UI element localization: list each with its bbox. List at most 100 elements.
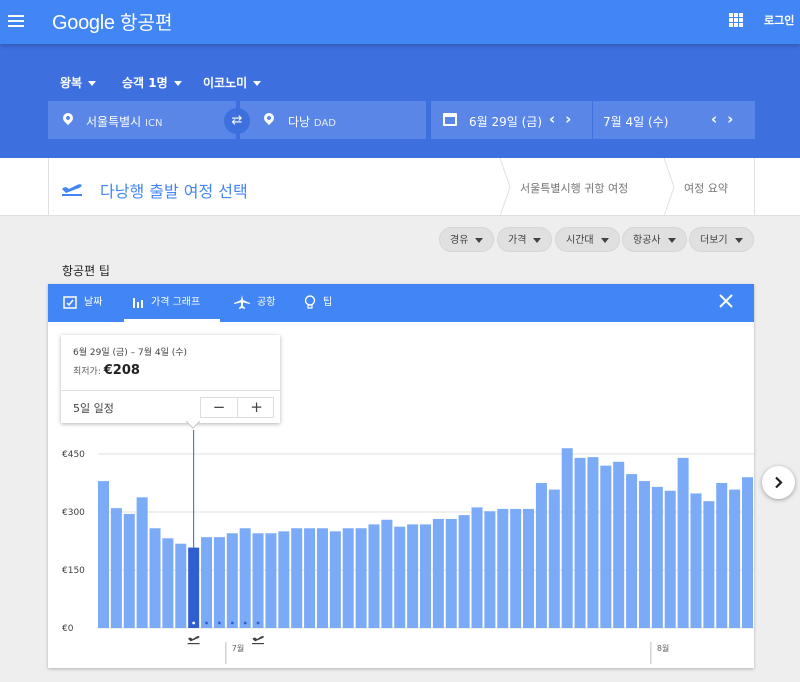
price-bar[interactable]: [587, 457, 599, 628]
price-bar[interactable]: [123, 513, 135, 628]
cabin-select[interactable]: 이코노미: [203, 74, 262, 91]
brand-logo[interactable]: Google 항공편: [52, 8, 172, 35]
login-button[interactable]: 로그인: [764, 12, 794, 28]
price-bar[interactable]: [471, 507, 483, 628]
price-bar[interactable]: [136, 497, 148, 628]
top-app-bar: Google 항공편 로그인: [0, 0, 800, 44]
price-bar[interactable]: [98, 481, 109, 628]
price-bar[interactable]: [561, 448, 573, 628]
decrease-button[interactable]: −: [201, 398, 238, 417]
price-bar[interactable]: [226, 533, 238, 628]
swap-icon[interactable]: ⇄: [224, 108, 250, 134]
return-marker-icon: [252, 636, 265, 645]
chevron-down-icon: [734, 237, 743, 243]
price-bar[interactable]: [149, 528, 161, 628]
price-bar[interactable]: [355, 528, 367, 628]
price-bar[interactable]: [316, 528, 328, 628]
price-bar[interactable]: [510, 508, 522, 628]
chevron-down-icon: [173, 81, 182, 86]
location-pin-icon: [60, 110, 76, 126]
trip-type-select[interactable]: 왕복: [60, 74, 97, 91]
depart-marker-icon: [187, 636, 200, 645]
price-bar[interactable]: [716, 483, 728, 628]
price-bar[interactable]: [484, 511, 496, 628]
tab-price-graph[interactable]: 가격 그래프: [132, 284, 200, 322]
depart-date-field[interactable]: 6월 29일 (금) ‹›: [431, 101, 592, 139]
price-bar[interactable]: [368, 524, 380, 628]
price-bar[interactable]: [664, 490, 676, 628]
price-bar[interactable]: [420, 524, 431, 628]
price-bar[interactable]: [574, 457, 586, 628]
price-bar[interactable]: [703, 501, 715, 628]
filter-stops[interactable]: 경유: [439, 227, 495, 252]
step-summary[interactable]: 여정 요약: [684, 180, 728, 196]
price-bar[interactable]: [342, 528, 354, 628]
price-bar[interactable]: [304, 528, 316, 628]
filter-more[interactable]: 더보기: [689, 227, 754, 252]
price-bar[interactable]: [677, 457, 689, 628]
price-bar[interactable]: [613, 461, 625, 628]
destination-field[interactable]: 다낭 DAD: [240, 101, 426, 139]
filter-price[interactable]: 가격: [497, 227, 553, 252]
price-bar[interactable]: [162, 538, 174, 628]
filter-label: 경유: [450, 235, 469, 246]
tab-tips[interactable]: 팁: [304, 284, 332, 322]
price-bar[interactable]: [548, 489, 560, 628]
close-icon[interactable]: [718, 293, 734, 309]
price-bar[interactable]: [432, 518, 444, 628]
increase-button[interactable]: +: [238, 398, 275, 417]
tooltip-lowest: 최저가: €208: [73, 363, 140, 378]
trip-day-dot: [243, 621, 247, 625]
depart-date: 6월 29일 (금): [469, 115, 543, 129]
tab-airports[interactable]: 공항: [234, 284, 275, 322]
price-bar[interactable]: [497, 508, 509, 628]
return-date-arrows[interactable]: ‹›: [711, 110, 743, 128]
tooltip-pointer: [186, 421, 200, 429]
tooltip-divider: [61, 390, 280, 391]
step-return[interactable]: 서울특별시행 귀항 여정: [520, 180, 628, 196]
price-bar[interactable]: [535, 483, 547, 628]
price-bar[interactable]: [291, 528, 303, 628]
origin-code: ICN: [145, 118, 163, 129]
tab-dates[interactable]: 날짜: [63, 284, 102, 322]
next-period-button[interactable]: [762, 466, 795, 499]
selected-price-bar[interactable]: [188, 547, 200, 628]
passenger-select[interactable]: 승객 1명: [122, 74, 182, 91]
calendar-icon: [443, 113, 457, 126]
price-bar[interactable]: [407, 524, 419, 628]
month-label: 8월: [657, 643, 669, 653]
trip-type-label: 왕복: [60, 76, 83, 90]
price-bar[interactable]: [252, 533, 264, 628]
price-bar[interactable]: [600, 465, 612, 628]
price-bar[interactable]: [458, 515, 470, 628]
tips-tab-bar: 날짜 가격 그래프 공항 팁: [48, 284, 754, 322]
filter-airline[interactable]: 항공사: [622, 227, 687, 252]
price-bar[interactable]: [742, 477, 753, 628]
return-date-field[interactable]: 7월 4일 (수) ‹›: [593, 101, 755, 139]
location-pin-icon: [261, 110, 277, 126]
price-bar[interactable]: [110, 508, 122, 628]
price-bar[interactable]: [445, 518, 457, 628]
price-bar[interactable]: [729, 489, 741, 628]
price-bar[interactable]: [626, 474, 638, 628]
price-bar[interactable]: [651, 486, 663, 628]
active-tab-indicator: [124, 319, 220, 322]
origin-field[interactable]: 서울특별시 ICN: [48, 101, 236, 139]
price-bar[interactable]: [394, 526, 406, 628]
price-bar[interactable]: [278, 531, 290, 628]
price-bar[interactable]: [523, 508, 535, 628]
depart-date-arrows[interactable]: ‹›: [549, 110, 581, 128]
price-bar[interactable]: [175, 543, 187, 628]
price-bar[interactable]: [213, 537, 225, 628]
price-bar[interactable]: [239, 528, 251, 628]
price-bar[interactable]: [329, 531, 341, 628]
price-bar[interactable]: [265, 533, 277, 628]
filter-time[interactable]: 시간대: [555, 227, 620, 252]
price-bar[interactable]: [638, 481, 650, 628]
price-bar[interactable]: [690, 493, 702, 628]
menu-icon[interactable]: [8, 12, 24, 32]
apps-grid-icon[interactable]: [729, 13, 743, 27]
price-bar[interactable]: [201, 537, 213, 628]
filter-label: 시간대: [566, 235, 594, 246]
price-bar[interactable]: [381, 519, 393, 628]
